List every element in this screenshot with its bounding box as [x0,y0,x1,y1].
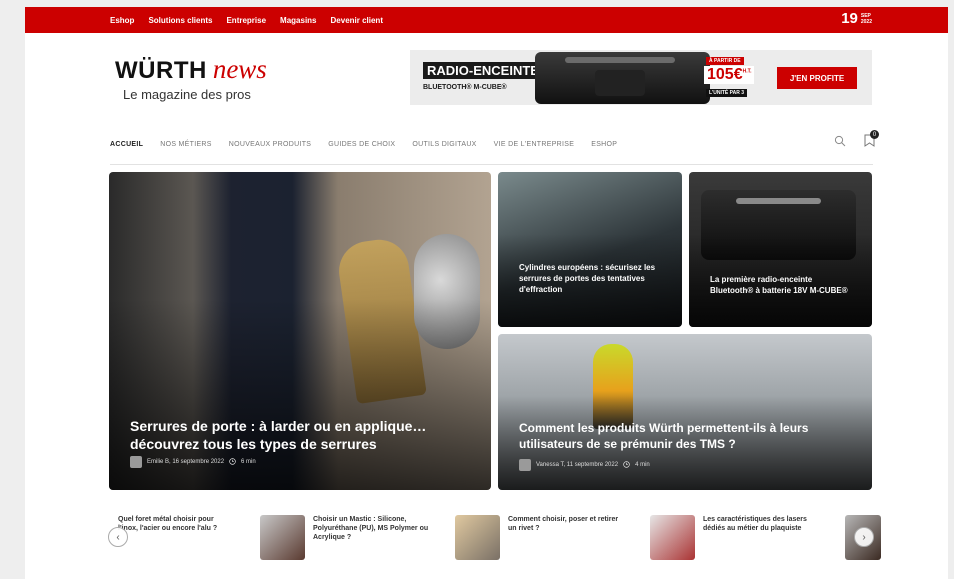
article-title-radio[interactable]: La première radio-enceinte Bluetooth® à … [710,274,855,296]
featured-article-title[interactable]: Serrures de porte : à larder ou en appli… [130,417,470,453]
top-link-devenir-client[interactable]: Devenir client [331,16,383,25]
article-read-time-tms: 4 min [635,462,650,468]
author-avatar [519,459,531,471]
featured-article-read-time: 6 min [241,459,256,465]
banner-price-from: À PARTIR DE [706,57,744,65]
logo-tagline: Le magazine des pros [123,87,251,102]
arrow-left-icon[interactable]: ‹ [108,527,128,547]
date-day: 19 [841,10,858,27]
site-logo[interactable]: WÜRTH news Le magazine des pros [115,54,267,102]
nav-item-nouveaux-produits[interactable]: NOUVEAUX PRODUITS [229,141,312,148]
carousel-item-thumbnail [650,515,695,560]
featured-article-meta: Emilie B, 16 septembre 2022 6 min [130,456,256,468]
banner-price-value: 105€ [707,66,743,83]
article-card-tms[interactable]: Comment les produits Würth permettent-il… [498,334,872,490]
main-nav: ACCUEIL NOS MÉTIERS NOUVEAUX PRODUITS GU… [110,130,879,154]
carousel-item[interactable]: Les caractéristiques des lasers dédiés a… [650,515,823,560]
top-link-eshop[interactable]: Eshop [110,16,134,25]
nav-item-vie-entreprise[interactable]: VIE DE L'ENTREPRISE [494,141,575,148]
banner-cta-button[interactable]: J'EN PROFITE [777,67,857,89]
banner-price: 105€H.T. [704,66,755,84]
date-month-year: SEP 2022 [861,13,872,25]
search-icon[interactable] [834,134,846,152]
bookmark-count-badge: 0 [870,130,879,139]
article-card-cylinders[interactable]: Cylindres européens : sécurisez les serr… [498,172,682,327]
banner-unit: L'UNITÉ PAR 3 [706,89,747,97]
article-card-radio[interactable]: La première radio-enceinte Bluetooth® à … [689,172,872,327]
carousel-item-thumbnail [455,515,500,560]
article-title-cylinders[interactable]: Cylindres européens : sécurisez les serr… [519,262,659,295]
banner-price-tax: H.T. [742,68,752,75]
arrow-right-icon[interactable]: › [854,527,874,547]
carousel-item-title[interactable]: Quel foret métal choisir pour l'inox, l'… [118,515,226,533]
article-title-tms[interactable]: Comment les produits Würth permettent-il… [519,420,859,452]
nav-item-eshop[interactable]: ESHOP [591,141,617,148]
clock-icon [229,457,236,467]
date-year: 2022 [860,18,872,25]
featured-article-author-date: Emilie B, 16 septembre 2022 [147,459,225,465]
top-links: Eshop Solutions clients Entreprise Magas… [110,7,383,33]
logo-brand: WÜRTH [115,57,207,84]
banner-subtitle: BLUETOOTH® M-CUBE® [423,84,507,91]
nav-item-accueil[interactable]: ACCUEIL [110,141,143,148]
page: Eshop Solutions clients Entreprise Magas… [25,7,948,579]
related-articles-carousel: Quel foret métal choisir pour l'inox, l'… [103,507,883,563]
carousel-item-title[interactable]: Choisir un Mastic : Silicone, Polyurétha… [313,515,433,560]
clock-icon [623,460,630,470]
carousel-item-title[interactable]: Comment choisir, poser et retirer un riv… [508,515,628,560]
top-link-entreprise[interactable]: Entreprise [226,16,266,25]
ad-banner[interactable]: RADIO-ENCEINTE BLUETOOTH® M-CUBE® À PART… [410,50,872,105]
date-display: 19 SEP 2022 [841,10,872,27]
banner-radio-image [535,52,710,104]
carousel-item[interactable]: Comment choisir, poser et retirer un riv… [455,515,628,560]
nav-item-outils-digitaux[interactable]: OUTILS DIGITAUX [412,141,476,148]
author-avatar [130,456,142,468]
carousel-item[interactable]: Quel foret métal choisir pour l'inox, l'… [118,515,226,533]
top-link-magasins[interactable]: Magasins [280,16,316,25]
article-author-date-tms: Vanessa T, 11 septembre 2022 [536,462,619,468]
carousel-item-title[interactable]: Les caractéristiques des lasers dédiés a… [703,515,823,560]
carousel-item-thumbnail [260,515,305,560]
nav-item-nos-metiers[interactable]: NOS MÉTIERS [160,141,212,148]
banner-title: RADIO-ENCEINTE [423,62,543,79]
nav-item-guides-de-choix[interactable]: GUIDES DE CHOIX [328,141,395,148]
carousel-item[interactable]: Choisir un Mastic : Silicone, Polyurétha… [260,515,433,560]
article-meta-tms: Vanessa T, 11 septembre 2022 4 min [519,459,650,471]
featured-article-card[interactable]: Serrures de porte : à larder ou en appli… [109,172,491,490]
top-link-solutions-clients[interactable]: Solutions clients [148,16,212,25]
bookmark-icon[interactable]: 0 [864,130,879,152]
top-bar: Eshop Solutions clients Entreprise Magas… [25,7,948,33]
nav-divider [110,164,873,165]
logo-news: news [212,54,267,84]
